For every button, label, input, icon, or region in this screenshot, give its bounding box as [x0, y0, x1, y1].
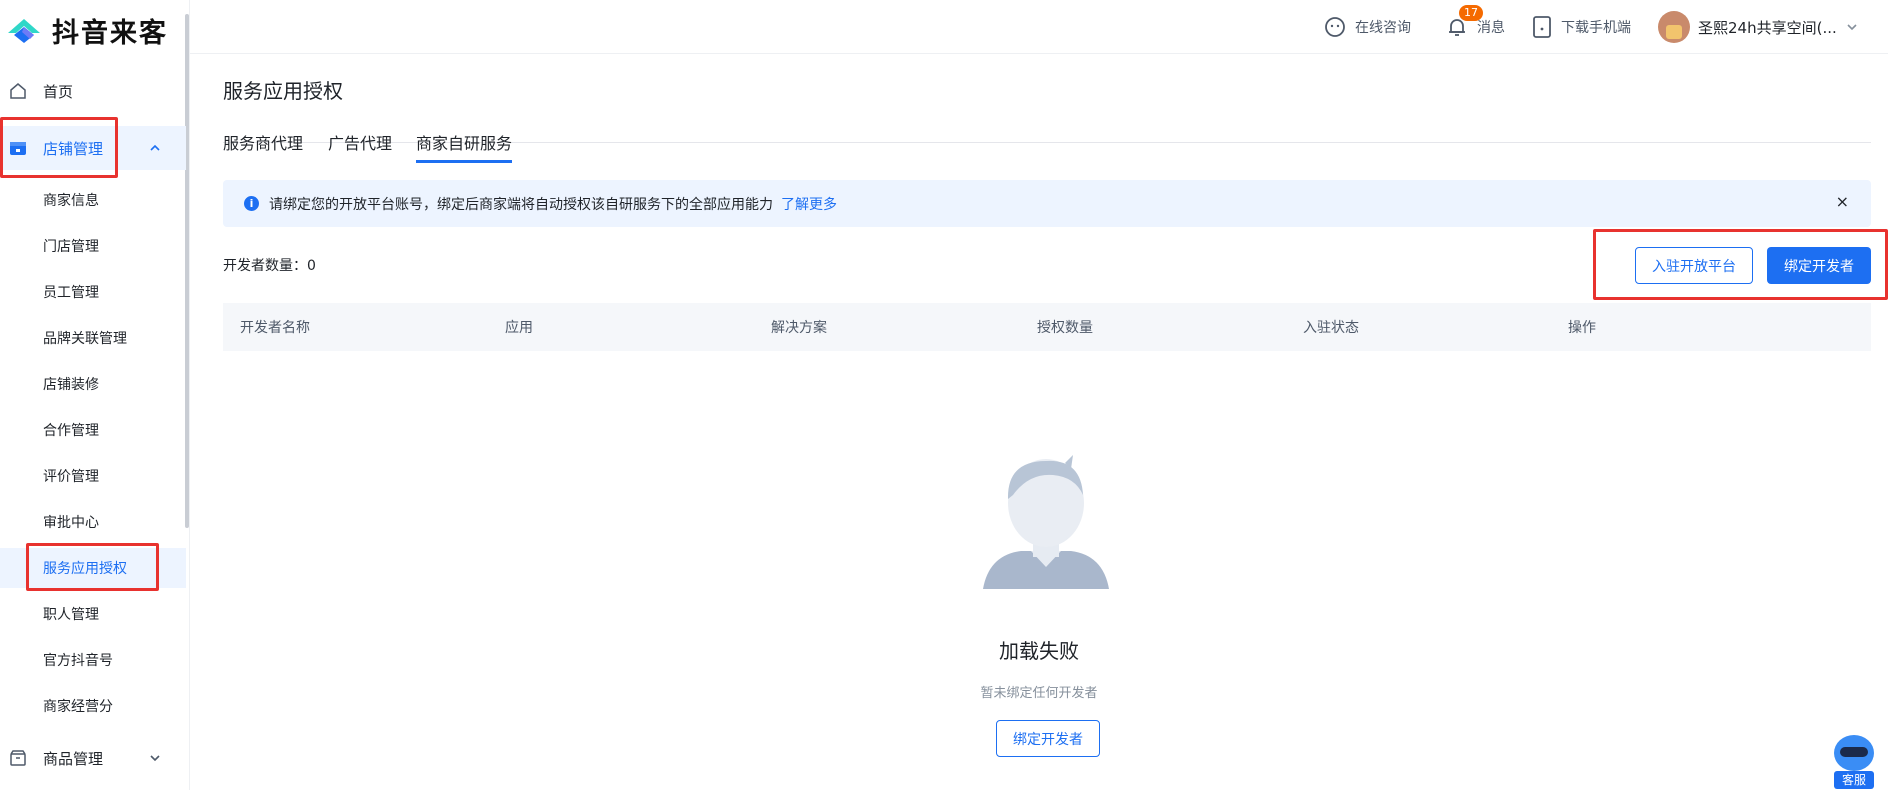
chevron-down-icon [150, 755, 160, 762]
empty-subtitle: 暂未绑定任何开发者 [980, 686, 1098, 701]
info-alert: i 请绑定您的开放平台账号，绑定后商家端将自动授权该自研服务下的全部应用能力 了解… [223, 180, 1871, 227]
col-auth-count: 授权数量 [1037, 320, 1093, 336]
robot-visor [1840, 747, 1868, 757]
sidebar-item-product-mgmt[interactable]: 商品管理 [0, 736, 186, 780]
customer-service-label: 客服 [1834, 771, 1874, 789]
message-badge: 17 [1459, 5, 1483, 21]
phone-icon [1533, 16, 1551, 38]
sidebar-item-label: 职人管理 [43, 607, 99, 623]
alert-text: 请绑定您的开放平台账号，绑定后商家端将自动授权该自研服务下的全部应用能力 [269, 197, 773, 213]
home-icon [10, 83, 26, 99]
chevron-up-icon [150, 144, 160, 151]
sidebar-item-merchant-score[interactable]: 商家经营分 [0, 686, 186, 726]
bind-developer-button[interactable]: 绑定开发者 [1767, 247, 1871, 284]
sidebar-item-label: 商家信息 [43, 193, 99, 209]
col-join-status: 入驻状态 [1303, 320, 1359, 336]
sidebar-item-label: 商家经营分 [43, 699, 113, 715]
sidebar-item-home[interactable]: 首页 [0, 69, 186, 113]
bell-wrap: 17 [1445, 5, 1483, 39]
app-logo[interactable]: 抖音来客 [4, 10, 168, 50]
sidebar-item-brand-link[interactable]: 品牌关联管理 [0, 318, 186, 358]
sidebar-item-official-douyin[interactable]: 官方抖音号 [0, 640, 186, 680]
sidebar: 抖音来客 首页 店铺管理 商家信息 门店管理 员工管理 品牌关联管理 店铺装修 … [0, 0, 190, 790]
sidebar-item-label: 店铺管理 [43, 139, 104, 158]
sidebar-item-label: 服务应用授权 [43, 561, 127, 577]
sidebar-item-label: 门店管理 [43, 239, 99, 255]
online-consult-label: 在线咨询 [1355, 20, 1411, 36]
logo-icon [8, 19, 40, 43]
sidebar-item-store-mgmt[interactable]: 店铺管理 [0, 126, 186, 170]
sidebar-item-label: 品牌关联管理 [43, 331, 127, 347]
sidebar-item-approval[interactable]: 审批中心 [0, 502, 186, 542]
avatar [1658, 11, 1690, 43]
tab-bar: 服务商代理 广告代理 商家自研服务 [223, 55, 1871, 163]
tab-self-developed[interactable]: 商家自研服务 [416, 130, 513, 163]
join-open-platform-button[interactable]: 入驻开放平台 [1635, 247, 1753, 284]
empty-title: 加载失败 [999, 639, 1079, 663]
close-icon[interactable]: × [1836, 192, 1849, 211]
alert-message: 请绑定您的开放平台账号，绑定后商家端将自动授权该自研服务下的全部应用能力 了解更多 [269, 194, 837, 214]
info-icon: i [244, 196, 259, 211]
chevron-down-icon [1847, 24, 1857, 31]
developer-count: 开发者数量：0 [223, 258, 316, 274]
sidebar-item-label: 店铺装修 [43, 377, 99, 393]
messages-label: 消息 [1477, 20, 1505, 36]
empty-state-illustration [983, 455, 1109, 589]
sidebar-item-store-list[interactable]: 门店管理 [0, 226, 186, 266]
sidebar-item-label: 员工管理 [43, 285, 99, 301]
sidebar-item-staff[interactable]: 员工管理 [0, 272, 186, 312]
download-app[interactable]: 下载手机端 [1531, 12, 1631, 42]
sidebar-item-cooperation[interactable]: 合作管理 [0, 410, 186, 450]
main-content: 服务应用授权 服务商代理 广告代理 商家自研服务 i 请绑定您的开放平台账号，绑… [190, 55, 1888, 790]
download-label: 下载手机端 [1561, 20, 1631, 36]
sidebar-item-service-auth[interactable]: 服务应用授权 [0, 548, 186, 588]
sidebar-item-label: 评价管理 [43, 469, 99, 485]
col-actions: 操作 [1568, 320, 1596, 336]
product-icon [10, 750, 26, 766]
col-application: 应用 [505, 320, 533, 336]
col-solution: 解决方案 [771, 320, 827, 336]
sidebar-item-label: 首页 [43, 82, 74, 101]
app-root: 抖音来客 首页 店铺管理 商家信息 门店管理 员工管理 品牌关联管理 店铺装修 … [0, 0, 1888, 790]
sidebar-item-reviews[interactable]: 评价管理 [0, 456, 186, 496]
store-icon [10, 142, 26, 155]
tab-ad-agent[interactable]: 广告代理 [328, 130, 392, 163]
table-header: 开发者名称 应用 解决方案 授权数量 入驻状态 操作 [223, 303, 1871, 351]
sidebar-item-professionals[interactable]: 职人管理 [0, 594, 186, 634]
top-header: 在线咨询 17 消息 下载手机端 圣熙24h共享空间(... [190, 0, 1888, 54]
tab-service-agent[interactable]: 服务商代理 [223, 130, 303, 163]
sidebar-item-label: 商品管理 [43, 749, 104, 768]
empty-bind-developer-button[interactable]: 绑定开发者 [996, 720, 1100, 757]
sidebar-item-label: 官方抖音号 [43, 653, 113, 669]
sidebar-item-merchant-info[interactable]: 商家信息 [0, 180, 186, 220]
col-developer-name: 开发者名称 [240, 320, 310, 336]
sidebar-item-label: 审批中心 [43, 515, 99, 531]
messages[interactable]: 17 消息 [1445, 5, 1505, 42]
customer-service-widget[interactable]: 客服 [1830, 735, 1878, 790]
sidebar-item-store-decor[interactable]: 店铺装修 [0, 364, 186, 404]
chat-icon [1325, 17, 1345, 37]
account-menu[interactable]: 圣熙24h共享空间(... [1658, 11, 1859, 43]
sidebar-item-label: 合作管理 [43, 423, 99, 439]
account-name: 圣熙24h共享空间(... [1698, 18, 1837, 37]
app-name: 抖音来客 [52, 17, 168, 49]
online-consult[interactable]: 在线咨询 [1323, 12, 1411, 42]
learn-more-link[interactable]: 了解更多 [781, 197, 837, 213]
